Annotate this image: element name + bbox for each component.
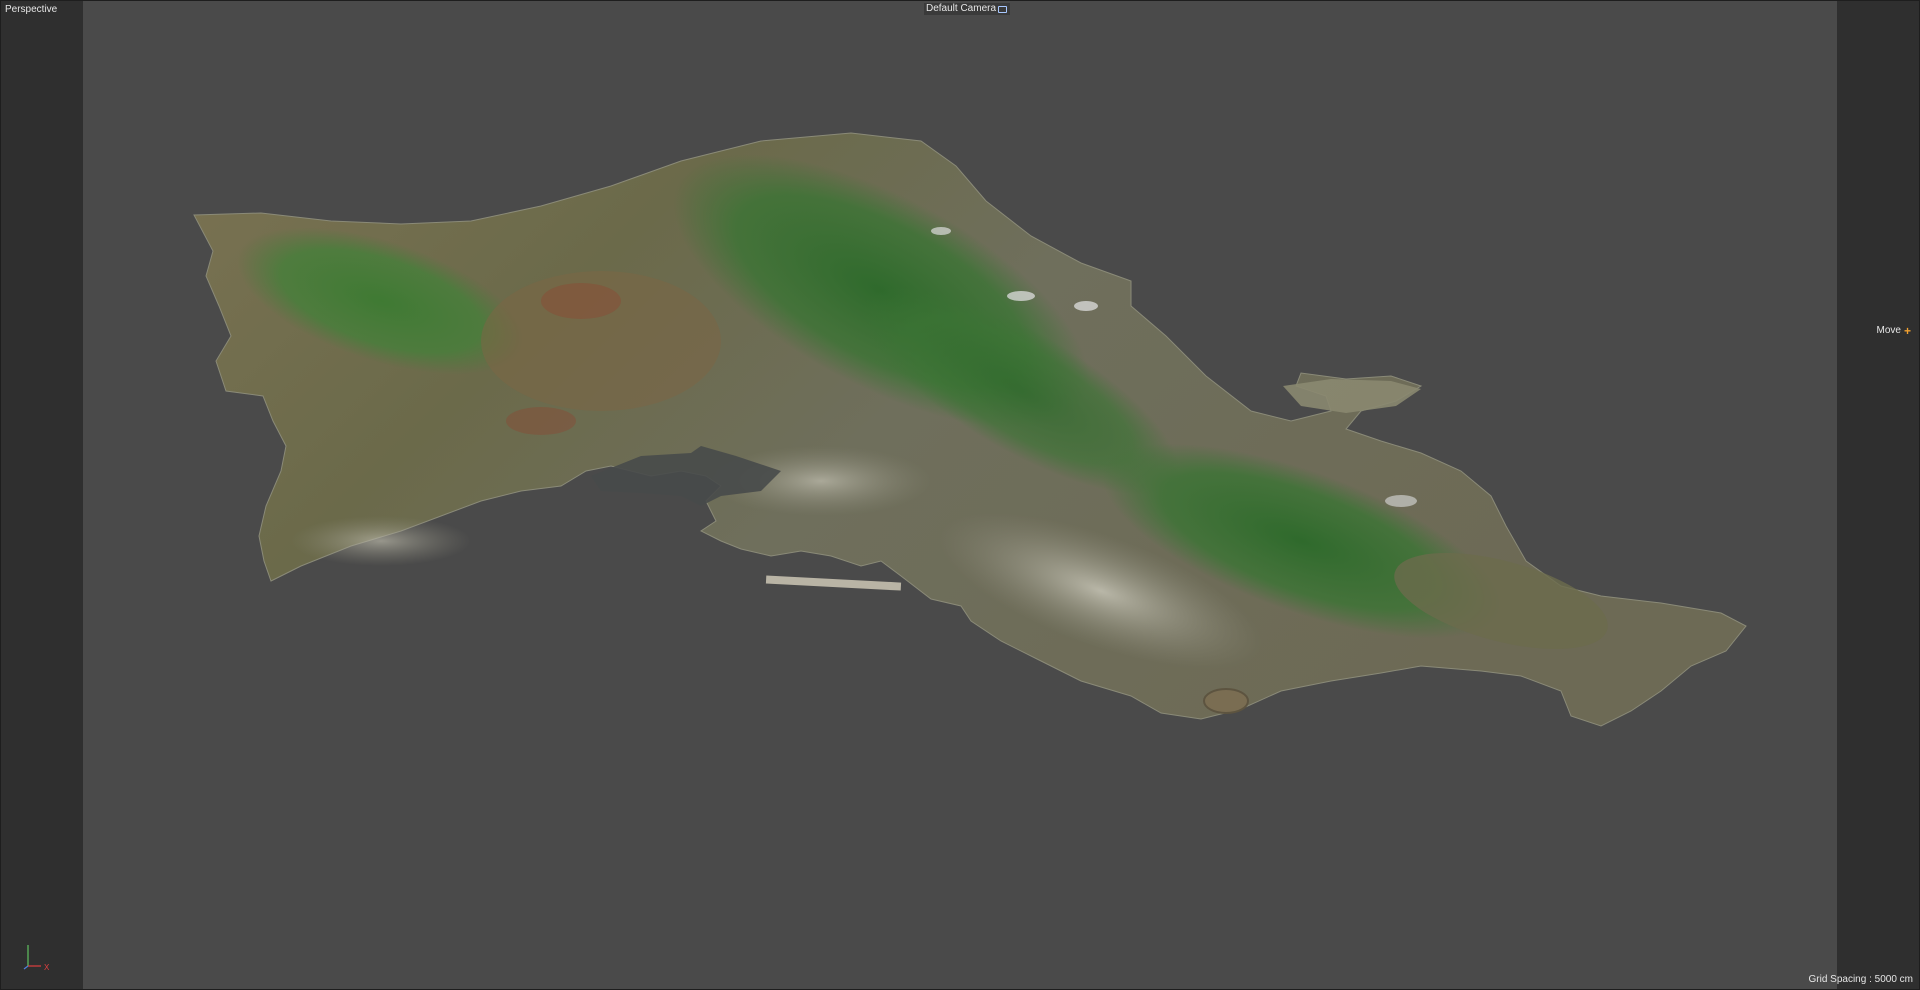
grid-spacing-label: Grid Spacing : 5000 cm [1808, 974, 1914, 985]
camera-menu-icon[interactable] [998, 5, 1008, 13]
camera-menu[interactable]: Default Camera [924, 3, 1011, 15]
active-tool-indicator: Move + [1877, 325, 1911, 337]
move-cross-icon: + [1903, 324, 1911, 338]
airport-runway [765, 575, 902, 591]
z-axis-line [23, 965, 29, 970]
camera-name-label: Default Camera [926, 3, 997, 14]
crater [1203, 688, 1249, 714]
view-name-label[interactable]: Perspective [5, 4, 57, 16]
x-axis-label: X [44, 963, 50, 972]
island-terrain-mesh[interactable] [1, 1, 1919, 989]
3d-viewport[interactable]: Perspective Default Camera Move + Grid S… [0, 0, 1920, 990]
tool-name-label: Move [1876, 325, 1901, 336]
axis-gizmo: X [21, 933, 61, 973]
